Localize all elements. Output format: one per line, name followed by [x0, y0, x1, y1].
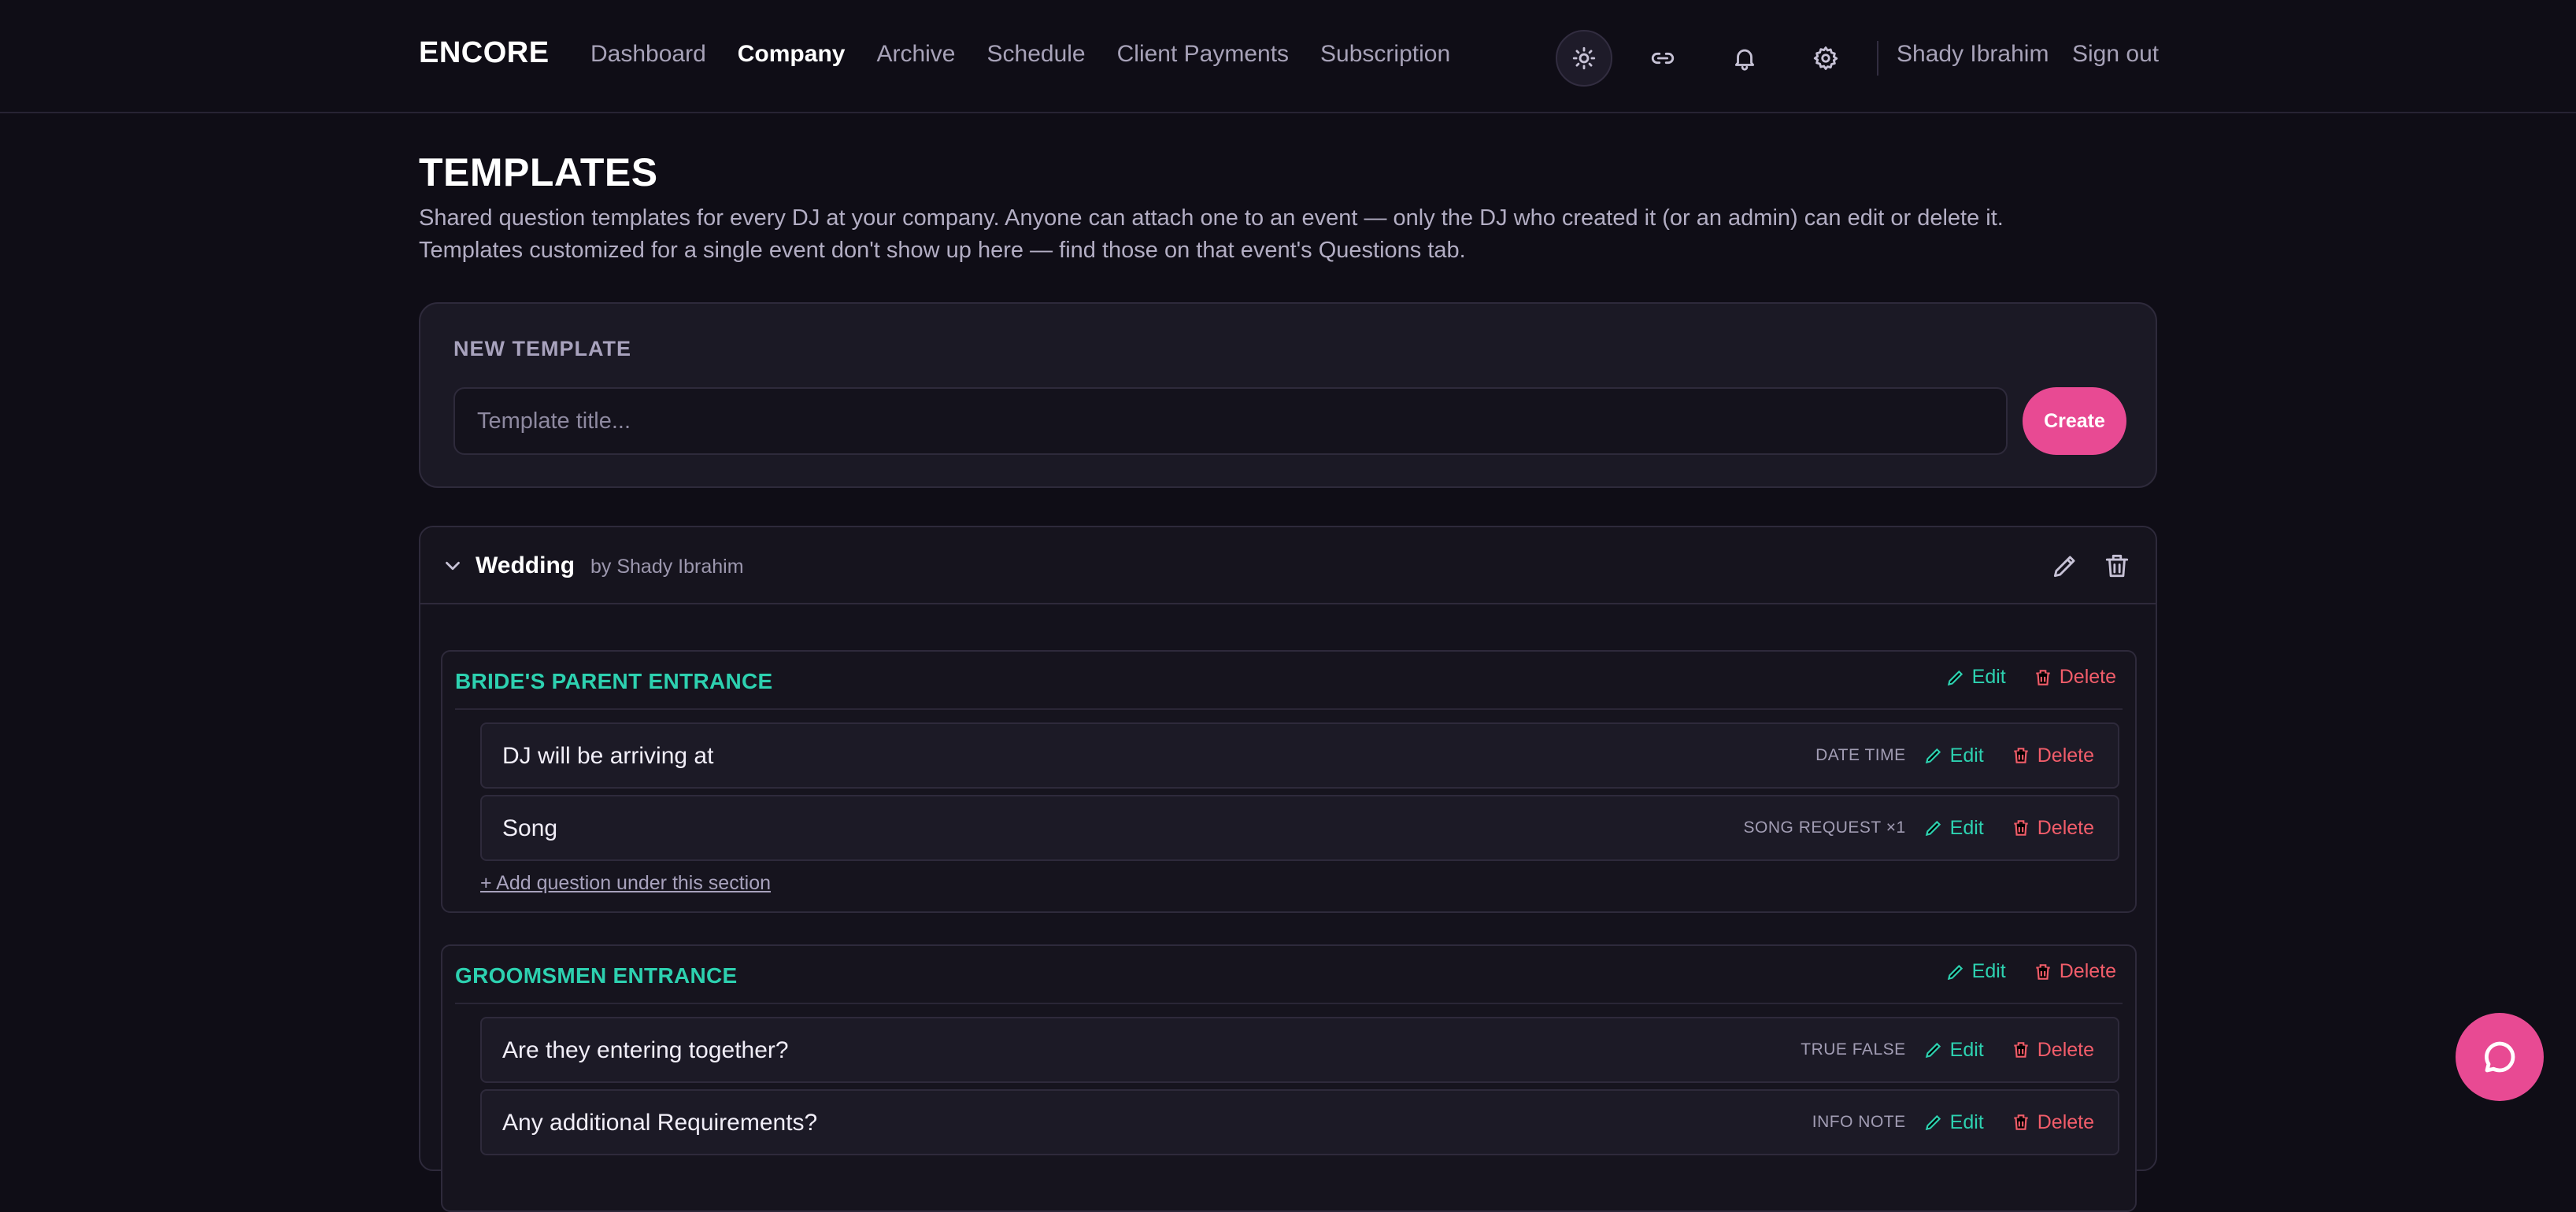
edit-label: Edit: [1949, 1110, 1984, 1133]
section-divider: [455, 708, 2123, 710]
section-actions: Edit Delete: [1945, 960, 2116, 983]
edit-label: Edit: [1949, 816, 1984, 839]
question-actions: SONG REQUEST ×1 Edit Delete: [1744, 796, 2094, 859]
delete-template-trash-icon[interactable]: [2102, 551, 2132, 581]
pencil-icon: [1925, 820, 1941, 837]
question-type-badge: SONG REQUEST ×1: [1743, 818, 1906, 837]
link-icon: [1651, 52, 1675, 65]
question-delete-button[interactable]: Delete: [2011, 1111, 2094, 1134]
question-delete-button[interactable]: Delete: [2011, 1039, 2094, 1062]
delete-label: Delete: [2037, 1038, 2094, 1061]
edit-label: Edit: [1971, 666, 2006, 688]
section-actions: Edit Delete: [1945, 666, 2116, 689]
new-template-card: NEW TEMPLATE Create: [419, 302, 2157, 488]
delete-label: Delete: [2037, 744, 2094, 767]
template-title-input[interactable]: [453, 387, 2008, 455]
section-brides-parent-entrance: BRIDE'S PARENT ENTRANCE Edit Delete DJ w…: [441, 650, 2137, 913]
question-actions: DATE TIME Edit Delete: [1815, 724, 2094, 787]
question-row[interactable]: Are they entering together? TRUE FALSE E…: [480, 1017, 2119, 1083]
nav-dashboard[interactable]: Dashboard: [590, 41, 706, 68]
sign-out-link[interactable]: Sign out: [2072, 41, 2159, 68]
gear-icon: [1813, 46, 1838, 70]
question-type-badge: DATE TIME: [1815, 746, 1906, 764]
chevron-down-icon[interactable]: [441, 554, 464, 578]
question-edit-button[interactable]: Edit: [1923, 1111, 1984, 1134]
question-type-badge: TRUE FALSE: [1801, 1040, 1906, 1059]
trash-icon: [2014, 1042, 2028, 1058]
nav-schedule[interactable]: Schedule: [987, 41, 1086, 68]
description-line-2: Templates customized for a single event …: [419, 238, 1466, 263]
add-question-link[interactable]: + Add question under this section: [480, 872, 771, 895]
delete-label: Delete: [2059, 666, 2116, 688]
question-row[interactable]: Any additional Requirements? INFO NOTE E…: [480, 1089, 2119, 1155]
top-navbar: ENCORE Dashboard Company Archive Schedul…: [0, 0, 2576, 113]
trash-icon: [2014, 748, 2028, 763]
question-type-badge: INFO NOTE: [1812, 1113, 1906, 1131]
new-template-label: NEW TEMPLATE: [453, 337, 631, 360]
question-actions: TRUE FALSE Edit Delete: [1801, 1018, 2094, 1081]
section-delete-button[interactable]: Delete: [2033, 960, 2116, 983]
pencil-icon: [1925, 1114, 1941, 1131]
nav-client-payments[interactable]: Client Payments: [1117, 41, 1289, 68]
question-text: DJ will be arriving at: [502, 743, 714, 769]
section-edit-button[interactable]: Edit: [1945, 666, 2006, 689]
edit-label: Edit: [1949, 1038, 1984, 1061]
chat-bubble-icon: [2485, 1041, 2515, 1073]
trash-icon: [2036, 669, 2050, 685]
pencil-icon: [1925, 1042, 1941, 1059]
question-text: Are they entering together?: [502, 1037, 789, 1063]
user-name[interactable]: Shady Ibrahim: [1897, 41, 2049, 68]
pencil-icon: [1925, 748, 1941, 764]
bell-icon: [1734, 49, 1755, 71]
question-actions: INFO NOTE Edit Delete: [1812, 1091, 2094, 1154]
question-row[interactable]: Song SONG REQUEST ×1 Edit Delete: [480, 795, 2119, 861]
question-row[interactable]: DJ will be arriving at DATE TIME Edit De…: [480, 722, 2119, 789]
question-delete-button[interactable]: Delete: [2011, 745, 2094, 767]
delete-label: Delete: [2037, 1110, 2094, 1133]
trash-icon: [2036, 963, 2050, 980]
section-groomsmen-entrance: GROOMSMEN ENTRANCE Edit Delete Are they …: [441, 944, 2137, 1212]
delete-label: Delete: [2037, 816, 2094, 839]
theme-toggle-button[interactable]: [1556, 30, 1612, 87]
edit-template-pencil-icon[interactable]: [2050, 551, 2080, 581]
nav-subscription[interactable]: Subscription: [1320, 41, 1450, 68]
header-divider: [1877, 41, 1878, 76]
question-edit-button[interactable]: Edit: [1923, 1039, 1984, 1062]
trash-icon: [2014, 1114, 2028, 1130]
question-edit-button[interactable]: Edit: [1923, 817, 1984, 840]
pencil-icon: [1947, 670, 1963, 685]
section-edit-button[interactable]: Edit: [1945, 960, 2006, 983]
page-description: Shared question templates for every DJ a…: [419, 202, 2151, 267]
section-title: BRIDE'S PARENT ENTRANCE: [455, 669, 773, 693]
question-text: Any additional Requirements?: [502, 1110, 818, 1136]
sun-icon: [1572, 46, 1596, 70]
delete-label: Delete: [2059, 960, 2116, 982]
trash-icon: [2014, 820, 2028, 836]
pencil-icon: [1947, 964, 1963, 980]
notifications-button[interactable]: [1716, 30, 1773, 87]
question-delete-button[interactable]: Delete: [2011, 817, 2094, 840]
section-title: GROOMSMEN ENTRANCE: [455, 963, 738, 988]
share-link-button[interactable]: [1634, 30, 1691, 87]
question-edit-button[interactable]: Edit: [1923, 745, 1984, 767]
template-author: by Shady Ibrahim: [590, 556, 744, 578]
create-template-button[interactable]: Create: [2023, 387, 2126, 455]
chat-support-button[interactable]: [2456, 1013, 2544, 1101]
template-header[interactable]: Wedding by Shady Ibrahim: [420, 527, 2156, 604]
brand-logo[interactable]: ENCORE: [419, 36, 550, 70]
question-text: Song: [502, 815, 558, 841]
main-nav: Dashboard Company Archive Schedule Clien…: [590, 41, 1450, 68]
nav-company[interactable]: Company: [738, 41, 846, 68]
edit-label: Edit: [1949, 744, 1984, 767]
section-divider: [455, 1003, 2123, 1004]
settings-button[interactable]: [1797, 30, 1854, 87]
section-delete-button[interactable]: Delete: [2033, 666, 2116, 689]
template-card: Wedding by Shady Ibrahim BRIDE'S PARENT …: [419, 526, 2157, 1212]
description-line-1: Shared question templates for every DJ a…: [419, 205, 2004, 231]
nav-archive[interactable]: Archive: [876, 41, 955, 68]
page-title: TEMPLATES: [419, 150, 658, 194]
template-name: Wedding: [476, 552, 576, 578]
edit-label: Edit: [1971, 960, 2006, 982]
